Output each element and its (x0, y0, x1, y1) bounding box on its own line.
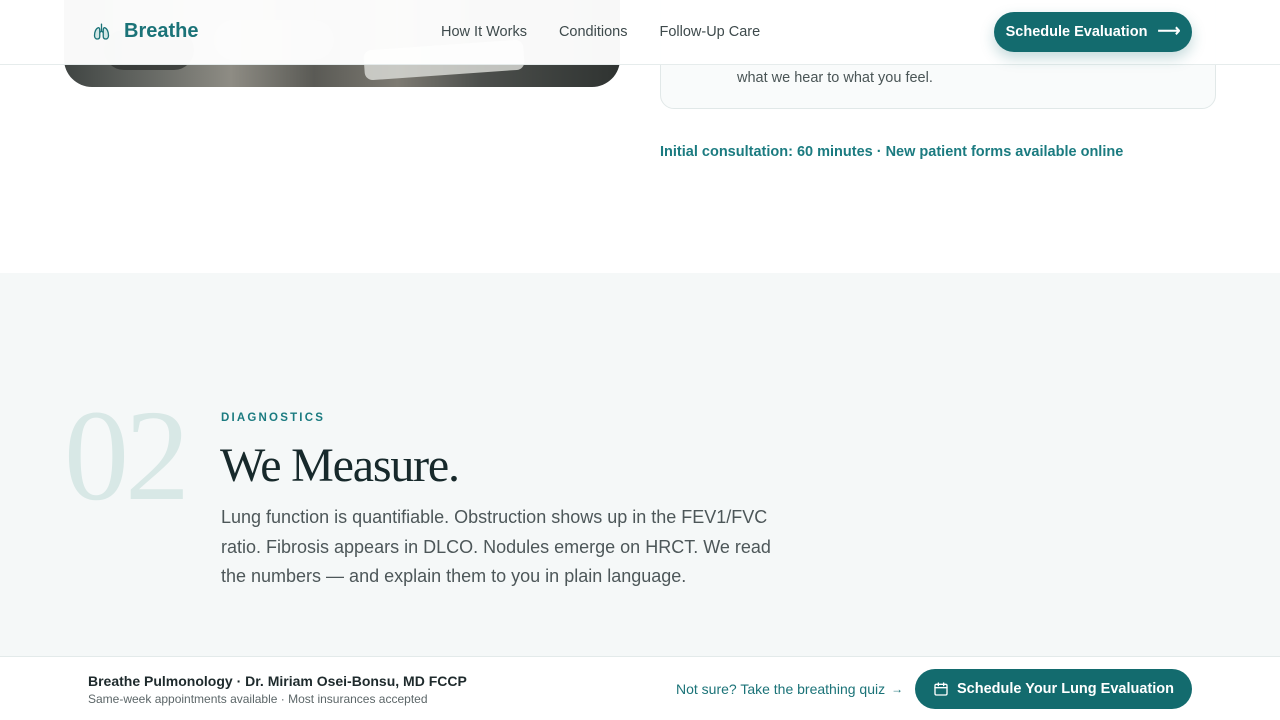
arrow-right-icon: ⟶ (1157, 23, 1181, 40)
section-number: 02 (64, 384, 190, 528)
nav-conditions[interactable]: Conditions (559, 24, 628, 40)
brand-logo[interactable]: Breathe (91, 20, 198, 43)
section-eyebrow: DIAGNOSTICS (221, 412, 326, 424)
sticky-bottom-bar: Breathe Pulmonology · Dr. Miriam Osei-Bo… (0, 656, 1280, 720)
arrow-right-icon: → (891, 682, 904, 696)
schedule-evaluation-label: Schedule Evaluation (1005, 24, 1148, 40)
schedule-evaluation-button[interactable]: Schedule Evaluation ⟶ (994, 12, 1192, 52)
lungs-icon (93, 22, 110, 40)
breathing-quiz-link[interactable]: Not sure? Take the breathing quiz → (676, 681, 903, 697)
schedule-lung-evaluation-button[interactable]: Schedule Your Lung Evaluation (915, 669, 1192, 709)
main-nav: How It Works Conditions Follow-Up Care (441, 24, 760, 40)
quote-text: what we hear to what you feel. (737, 70, 933, 86)
brand-name: Breathe (124, 20, 199, 42)
breathing-quiz-label: Not sure? Take the breathing quiz (676, 681, 886, 697)
site-header: Breathe How It Works Conditions Follow-U… (0, 0, 1280, 65)
section-headline: We Measure. (220, 439, 460, 492)
practice-name: Breathe Pulmonology · Dr. Miriam Osei-Bo… (88, 673, 467, 689)
calendar-icon (934, 682, 948, 696)
nav-follow-up-care[interactable]: Follow-Up Care (659, 24, 760, 40)
consultation-note: Initial consultation: 60 minutes · New p… (660, 144, 1124, 160)
schedule-lung-evaluation-label: Schedule Your Lung Evaluation (957, 681, 1174, 697)
nav-how-it-works[interactable]: How It Works (441, 24, 527, 40)
section-body: Lung function is quantifiable. Obstructi… (221, 507, 771, 586)
diagnostics-section: 02 DIAGNOSTICS We Measure. Lung function… (0, 273, 1280, 656)
practice-subline: Same-week appointments available · Most … (88, 692, 428, 706)
